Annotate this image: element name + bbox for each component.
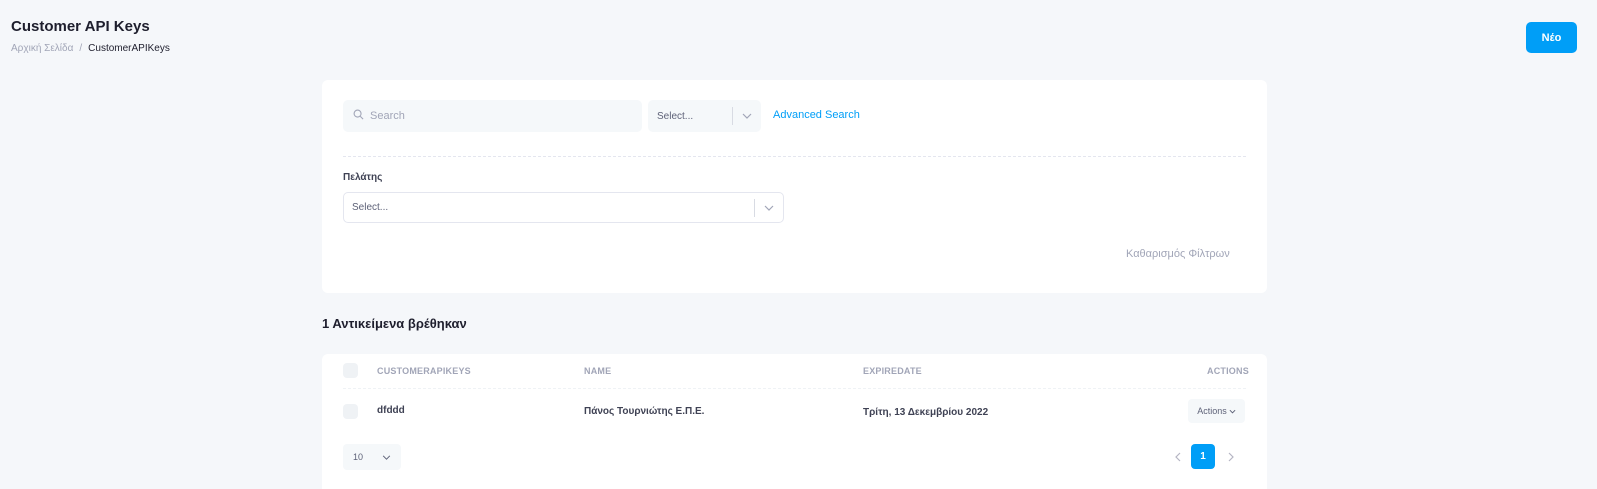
column-header-name[interactable]: NAME <box>584 366 611 376</box>
divider <box>343 156 1246 157</box>
filter-card: Select... Advanced Search Πελάτης Select… <box>322 80 1267 293</box>
search-icon <box>353 107 364 125</box>
filter-select[interactable]: Select... <box>648 100 761 132</box>
previous-page-button[interactable] <box>1169 448 1187 466</box>
row-key: dfddd <box>377 405 405 416</box>
next-page-button[interactable] <box>1222 448 1240 466</box>
search-input[interactable] <box>370 110 630 122</box>
actions-label: Actions <box>1197 406 1227 416</box>
chevron-down-icon <box>382 452 391 462</box>
row-checkbox[interactable] <box>343 404 358 419</box>
advanced-search-link[interactable]: Advanced Search <box>773 109 860 121</box>
per-page-select[interactable]: 10 <box>343 444 401 470</box>
column-header-customerapikeys[interactable]: CUSTOMERAPIKEYS <box>377 366 471 376</box>
filter-select-value: Select... <box>657 110 694 122</box>
page-1-button[interactable]: 1 <box>1191 444 1215 469</box>
breadcrumb-current: CustomerAPIKeys <box>88 43 170 54</box>
chevron-right-icon <box>1228 452 1234 462</box>
row-name: Πάνος Τουρνιώτης Ε.Π.Ε. <box>584 406 705 417</box>
clear-filters-button[interactable]: Καθαρισμός Φίλτρων <box>1126 248 1230 260</box>
new-button[interactable]: Νέο <box>1526 22 1577 53</box>
breadcrumb-separator: / <box>79 43 83 54</box>
chevron-down-icon <box>733 113 761 119</box>
row-divider <box>343 388 1246 389</box>
search-box[interactable] <box>343 100 642 132</box>
table-card: CUSTOMERAPIKEYS NAME EXPIREDATE ACTIONS … <box>322 354 1267 489</box>
chevron-left-icon <box>1175 452 1181 462</box>
customer-select[interactable]: Select... <box>343 192 784 223</box>
customer-label: Πελάτης <box>343 172 383 183</box>
per-page-value: 10 <box>353 452 364 462</box>
page-title: Customer API Keys <box>11 18 150 35</box>
chevron-down-icon <box>755 205 783 211</box>
row-expire-date: Τρίτη, 13 Δεκεμβρίου 2022 <box>863 407 989 418</box>
customer-select-value: Select... <box>352 202 389 213</box>
results-count: 1 Αντικείμενα βρέθηκαν <box>322 316 467 331</box>
breadcrumb-home[interactable]: Αρχική Σελίδα <box>11 43 73 54</box>
column-header-expiredate[interactable]: EXPIREDATE <box>863 366 922 376</box>
chevron-down-icon <box>1229 406 1236 416</box>
column-header-actions: ACTIONS <box>1207 366 1249 376</box>
breadcrumb: Αρχική Σελίδα / CustomerAPIKeys <box>11 43 170 54</box>
select-all-checkbox[interactable] <box>343 363 358 378</box>
row-actions-button[interactable]: Actions <box>1188 399 1245 423</box>
